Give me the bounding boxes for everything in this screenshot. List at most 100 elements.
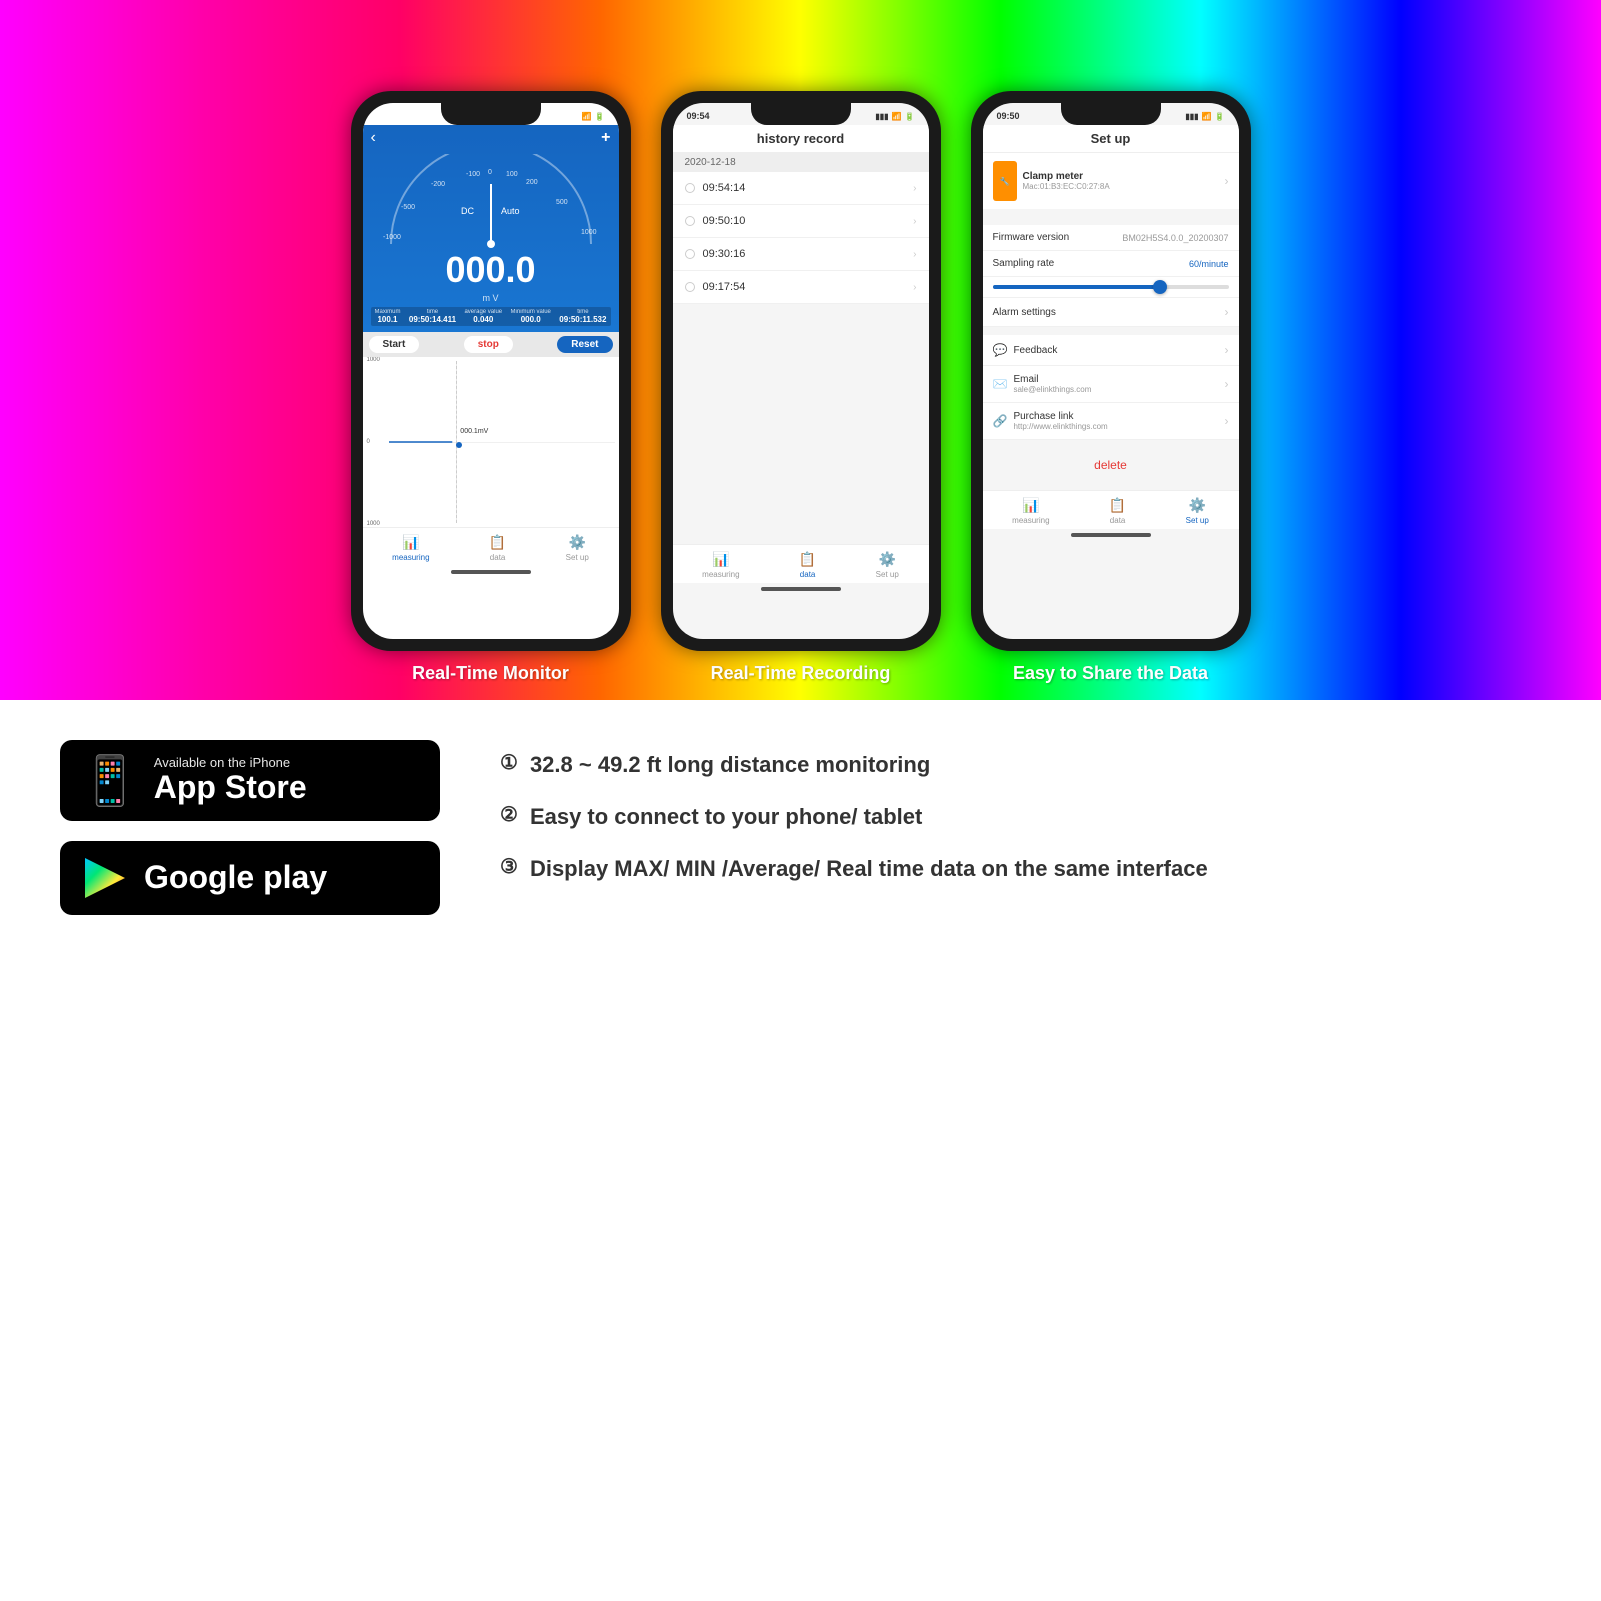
phone2-frame: 09:54 ▮▮▮ 📶 🔋 history record 2020-12-18 … <box>661 91 941 651</box>
email-chevron: › <box>1225 377 1229 391</box>
app-store-top-text: Available on the iPhone <box>154 755 307 770</box>
svg-text:-500: -500 <box>401 204 415 211</box>
chart-line: 000.1mV <box>389 361 615 523</box>
svg-text:200: 200 <box>526 179 538 186</box>
feedback-icon: 💬 <box>993 343 1008 357</box>
empty-area <box>673 304 929 544</box>
phone3-wrapper: 09:50 ▮▮▮ 📶 🔋 Set up 🔧 Cla <box>971 91 1251 700</box>
slider-thumb[interactable] <box>1153 280 1167 294</box>
tab-measuring-3[interactable]: 📊 measuring <box>1012 497 1049 525</box>
history-item-4[interactable]: 09:17:54 › <box>673 271 929 304</box>
phone3-notch <box>1061 103 1161 125</box>
phone2-status-icons: ▮▮▮ 📶 🔋 <box>875 112 914 121</box>
tab-data-2[interactable]: 📋 data <box>799 551 816 579</box>
email-icon: ✉️ <box>993 377 1008 391</box>
tab-data-3[interactable]: 📋 data <box>1109 497 1126 525</box>
device-name: Clamp meter <box>1023 171 1110 182</box>
purchase-label: Purchase link <box>1013 411 1107 422</box>
feature-3-text: Display MAX/ MIN /Average/ Real time dat… <box>530 854 1208 885</box>
phone2-caption: Real-Time Recording <box>711 651 891 700</box>
measuring-icon3: 📊 <box>1022 497 1039 514</box>
data-icon3: 📋 <box>1109 497 1126 514</box>
bottom-section: 📱 Available on the iPhone App Store <box>0 700 1601 955</box>
feature-1-num: ① <box>500 750 518 775</box>
firmware-value: BM02H5S4.0.0_20200307 <box>1122 233 1228 243</box>
feature-3: ③ Display MAX/ MIN /Average/ Real time d… <box>500 854 1541 885</box>
phone3-frame: 09:50 ▮▮▮ 📶 🔋 Set up 🔧 Cla <box>971 91 1251 651</box>
feedback-label: Feedback <box>1013 345 1057 356</box>
wifi-icon3: 📶 <box>1202 112 1212 121</box>
svg-text:0: 0 <box>488 169 492 176</box>
delete-button[interactable]: delete <box>1094 458 1127 472</box>
alarm-row[interactable]: Alarm settings › <box>983 298 1239 327</box>
purchase-row[interactable]: 🔗 Purchase link http://www.elinkthings.c… <box>983 403 1239 440</box>
apple-icon: 📱 <box>80 752 140 809</box>
history-item-2[interactable]: 09:50:10 › <box>673 205 929 238</box>
phone1-caption: Real-Time Monitor <box>412 651 569 700</box>
feature-2-num: ② <box>500 802 518 827</box>
battery-icon3: 🔋 <box>1215 112 1225 121</box>
phone2-bottom-bar: 📊 measuring 📋 data ⚙️ Set up <box>673 544 929 583</box>
phone2-header: history record <box>673 125 929 153</box>
stat-time2: time 09:50:11.532 <box>559 309 606 324</box>
history-item-3[interactable]: 09:30:16 › <box>673 238 929 271</box>
play-store-icon <box>80 853 130 903</box>
feature-2-text: Easy to connect to your phone/ tablet <box>530 802 922 833</box>
setup-icon: ⚙️ <box>569 534 586 551</box>
plus-button[interactable]: + <box>601 129 610 147</box>
features-list: ① 32.8 ~ 49.2 ft long distance monitorin… <box>500 740 1541 915</box>
phone1-notch <box>441 103 541 125</box>
phone2-wrapper: 09:54 ▮▮▮ 📶 🔋 history record 2020-12-18 … <box>661 91 941 700</box>
alarm-chevron: › <box>1225 305 1229 319</box>
battery-icon: 🔋 <box>595 112 605 121</box>
reset-button[interactable]: Reset <box>557 336 612 353</box>
tab-measuring-1[interactable]: 📊 measuring <box>392 534 429 562</box>
alarm-label: Alarm settings <box>993 307 1056 318</box>
purchase-value: http://www.elinkthings.com <box>1013 422 1107 431</box>
phone2-notch <box>751 103 851 125</box>
phone3-home-indicator <box>1071 533 1151 537</box>
link-icon: 🔗 <box>993 414 1008 428</box>
slider-row <box>983 277 1239 298</box>
app-store-badge[interactable]: 📱 Available on the iPhone App Store <box>60 740 440 821</box>
svg-text:Auto: Auto <box>501 206 520 216</box>
phone3-status-icons: ▮▮▮ 📶 🔋 <box>1185 112 1224 121</box>
stat-min: Minimum value 000.0 <box>511 309 551 324</box>
slider-fill <box>993 285 1158 289</box>
app-store-text: Available on the iPhone App Store <box>154 755 307 805</box>
tab-setup-2[interactable]: ⚙️ Set up <box>876 551 899 579</box>
gauge-area: -1000 -500 -200 -100 0 100 200 500 1000 <box>371 149 611 259</box>
tab-setup-1[interactable]: ⚙️ Set up <box>566 534 589 562</box>
delete-area: delete <box>983 440 1239 490</box>
history-date: 2020-12-18 <box>673 153 929 172</box>
phone3-time: 09:50 <box>997 111 1020 121</box>
phone1-bottom-bar: 📊 measuring 📋 data ⚙️ Set up <box>363 527 619 566</box>
svg-text:DC: DC <box>461 206 474 216</box>
purchase-chevron: › <box>1225 414 1229 428</box>
device-row[interactable]: 🔧 Clamp meter Mac:01:B3:EC:C0:27:8A › <box>983 153 1239 209</box>
history-item-1[interactable]: 09:54:14 › <box>673 172 929 205</box>
back-arrow-icon[interactable]: ‹ <box>371 129 376 147</box>
control-row: Start stop Reset <box>363 332 619 357</box>
chevron-icon2: › <box>913 216 916 227</box>
stat-time1: time 09:50:14.411 <box>409 309 456 324</box>
svg-text:-200: -200 <box>431 181 445 188</box>
chart-area: 1000 0 1000 000.1mV <box>363 357 619 527</box>
email-row[interactable]: ✉️ Email sale@elinkthings.com › <box>983 366 1239 403</box>
stop-button[interactable]: stop <box>464 336 513 353</box>
start-button[interactable]: Start <box>369 336 420 353</box>
svg-text:1000: 1000 <box>581 229 597 236</box>
phone3-caption: Easy to Share the Data <box>1013 651 1208 700</box>
feedback-row[interactable]: 💬 Feedback › <box>983 335 1239 366</box>
signal-icon: ▮▮▮ <box>565 112 578 121</box>
tab-data-1[interactable]: 📋 data <box>489 534 506 562</box>
chart-svg <box>389 361 615 523</box>
feature-1-text: 32.8 ~ 49.2 ft long distance monitoring <box>530 750 930 781</box>
slider-track[interactable] <box>993 285 1229 289</box>
phone2-screen: 09:54 ▮▮▮ 📶 🔋 history record 2020-12-18 … <box>673 103 929 639</box>
google-play-badge[interactable]: Google play <box>60 841 440 915</box>
tab-setup-3[interactable]: ⚙️ Set up <box>1186 497 1209 525</box>
measuring-icon2: 📊 <box>712 551 729 568</box>
tab-measuring-2[interactable]: 📊 measuring <box>702 551 739 579</box>
stats-row: Maximum 100.1 time 09:50:14.411 average … <box>371 307 611 326</box>
